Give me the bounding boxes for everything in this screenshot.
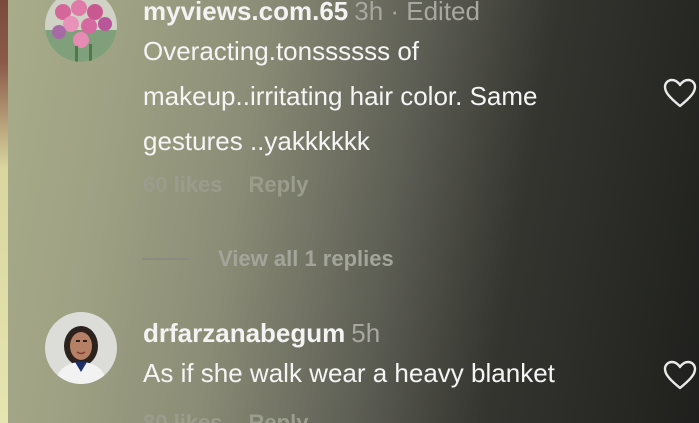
- avatar[interactable]: [45, 0, 117, 62]
- heart-outline-icon[interactable]: [663, 360, 697, 390]
- comment-text-line: As if she walk wear a heavy blanket: [143, 358, 555, 388]
- username[interactable]: myviews.com.65: [143, 0, 348, 26]
- comment-text-line: makeup..irritating hair color. Same: [143, 81, 538, 111]
- comment-meta: 3h · Edited: [354, 0, 480, 26]
- reply-button[interactable]: Reply: [249, 172, 309, 197]
- heart-outline-icon[interactable]: [663, 78, 697, 108]
- username[interactable]: drfarzanabegum: [143, 318, 345, 348]
- comment-text-line: gestures ..yakkkkkk: [143, 126, 370, 156]
- reply-button[interactable]: Reply: [249, 410, 309, 423]
- comment-body: As if she walk wear a heavy blanket: [143, 351, 555, 396]
- likes-count[interactable]: 60 likes: [143, 172, 223, 197]
- comment-meta: 5h: [351, 318, 381, 348]
- avatar[interactable]: [45, 312, 117, 384]
- background-edge: [0, 0, 8, 423]
- comment-text-line: Overacting.tonssssss of: [143, 36, 419, 66]
- comment-body: Overacting.tonssssss of makeup..irritati…: [143, 29, 538, 164]
- likes-count[interactable]: 80 likes: [143, 410, 223, 423]
- comment-actions: 60 likes Reply: [143, 172, 334, 198]
- comment-actions: 80 likes Reply: [143, 410, 334, 423]
- view-replies-button[interactable]: View all 1 replies: [218, 246, 394, 272]
- replies-divider: [142, 258, 190, 260]
